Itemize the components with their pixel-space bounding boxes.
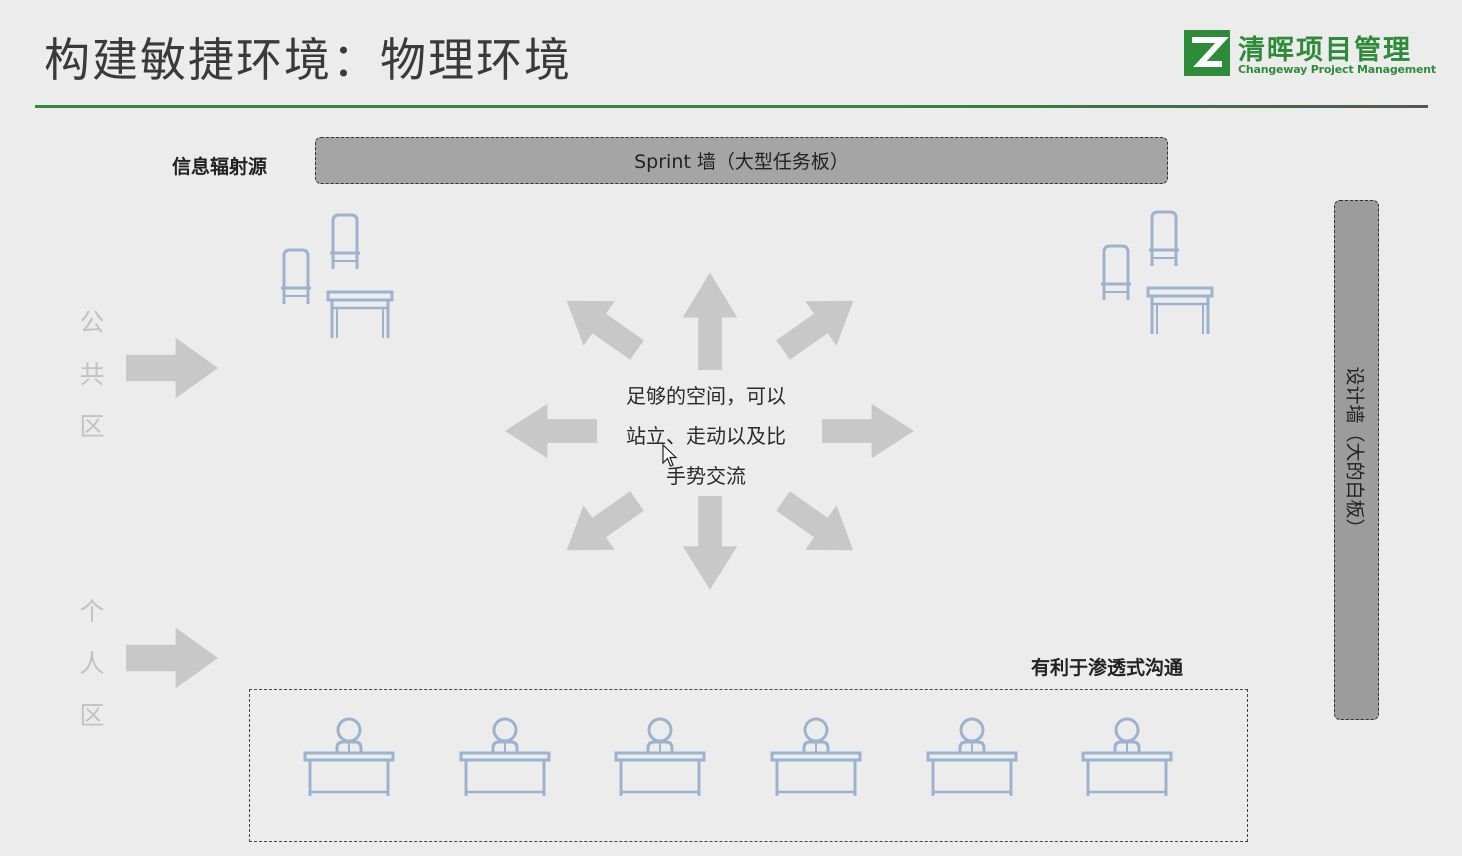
arrow-up-icon xyxy=(682,272,738,370)
chair-icon xyxy=(1147,210,1181,268)
table-icon xyxy=(1146,286,1214,336)
public-zone-arrow-icon xyxy=(126,337,219,399)
private-zone-arrow-icon xyxy=(126,627,219,689)
chair-icon xyxy=(328,213,362,271)
mouse-cursor-icon xyxy=(662,444,678,467)
chair-icon xyxy=(279,248,313,306)
individual-desk-area xyxy=(249,689,1248,842)
table-icon xyxy=(326,290,394,340)
osmotic-communication-label: 有利于渗透式沟通 xyxy=(1031,657,1184,679)
center-description: 足够的空间，可以站立、走动以及比手势交流 xyxy=(626,384,786,488)
arrow-up-right-icon xyxy=(767,278,869,373)
arrow-left-icon xyxy=(504,403,597,459)
slide: 构建敏捷环境：物理环境 清晖项目管理 Changeway Project Man… xyxy=(0,0,1462,856)
chair-icon xyxy=(1099,244,1133,302)
arrow-up-left-icon xyxy=(551,278,653,373)
arrow-down-icon xyxy=(682,496,738,590)
arrow-right-icon xyxy=(822,403,915,459)
